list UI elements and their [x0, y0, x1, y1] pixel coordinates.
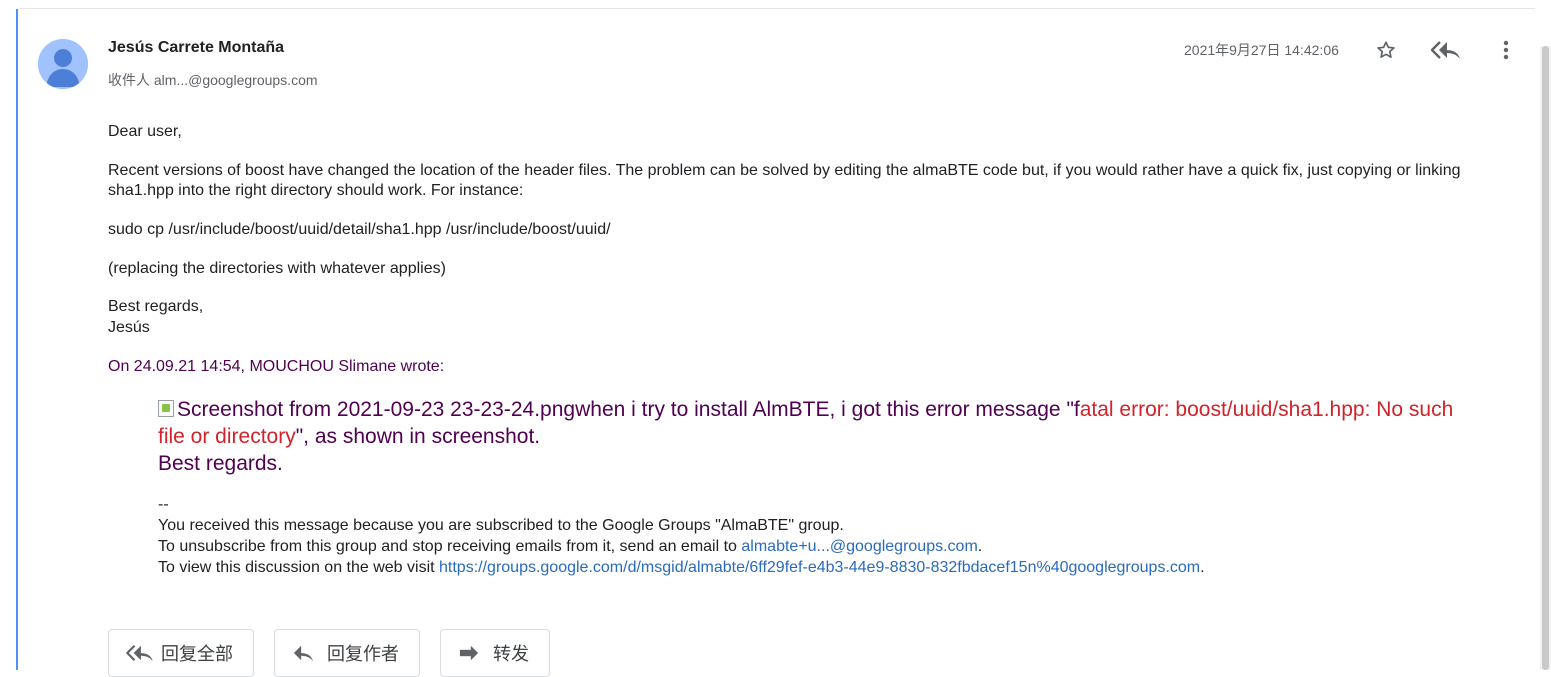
unsubscribe-prefix: To unsubscribe from this group and stop …: [158, 538, 742, 555]
reply-all-icon: [1431, 41, 1460, 59]
group-footer: -- You received this message because you…: [158, 494, 1498, 578]
footer-discussion-line: To view this discussion on the web visit…: [158, 557, 1498, 578]
quoted-text-end: ", as shown in screenshot.: [295, 425, 541, 448]
forward-label: 转发: [493, 644, 529, 664]
broken-image-icon: [158, 400, 174, 417]
message-timestamp: 2021年9月27日 14:42:06: [1184, 42, 1339, 58]
sender-avatar[interactable]: [38, 39, 88, 89]
star-outline-icon: [1377, 41, 1395, 58]
top-divider: [20, 8, 1535, 9]
quoted-message: Screenshot from 2021-09-23 23-23-24.pngw…: [158, 396, 1478, 477]
scrollbar-thumb[interactable]: [1542, 46, 1549, 670]
forward-icon: [459, 645, 479, 661]
greeting: Dear user,: [108, 123, 182, 140]
reply-icon: [293, 645, 313, 662]
quote-attribution: On 24.09.21 14:54, MOUCHOU Slimane wrote…: [108, 358, 445, 375]
replacing-note: (replacing the directories with whatever…: [108, 260, 446, 277]
sender-name[interactable]: Jesús Carrete Montaña: [108, 39, 284, 57]
image-alt-text: Screenshot from 2021-09-23 23-23-24.png: [177, 398, 576, 421]
selected-message-indicator: [16, 9, 18, 670]
quoted-regards: Best regards.: [158, 452, 283, 475]
reply-all-label: 回复全部: [161, 644, 233, 664]
footer-unsubscribe-line: To unsubscribe from this group and stop …: [158, 536, 1498, 557]
command-line: sudo cp /usr/include/boost/uuid/detail/s…: [108, 221, 611, 238]
discussion-link[interactable]: https://groups.google.com/d/msgid/almabt…: [439, 559, 1200, 576]
reply-all-header-button[interactable]: [1429, 36, 1463, 64]
discussion-suffix: .: [1200, 559, 1205, 576]
closing-regards: Best regards,: [108, 298, 204, 315]
star-button[interactable]: [1372, 36, 1400, 64]
more-vert-icon: [1503, 40, 1509, 60]
discussion-prefix: To view this discussion on the web visit: [158, 559, 440, 576]
signature: Jesús: [108, 319, 150, 336]
unsubscribe-link[interactable]: almabte+u...@googlegroups.com: [741, 538, 977, 555]
scrollbar[interactable]: [1540, 46, 1551, 670]
reply-all-icon: [126, 644, 153, 662]
person-avatar-icon: [38, 39, 88, 89]
quoted-text-start: when i try to install AlmBTE, i got this…: [575, 398, 1080, 421]
recipient-line[interactable]: 收件人 alm...@googlegroups.com: [108, 70, 318, 90]
quoted-text: Screenshot from 2021-09-23 23-23-24.pngw…: [158, 396, 1478, 450]
footer-subscription-line: You received this message because you ar…: [158, 517, 844, 534]
footer-separator: --: [158, 496, 169, 513]
more-options-button[interactable]: [1494, 36, 1518, 64]
unsubscribe-suffix: .: [977, 538, 983, 555]
body-paragraph: Recent versions of boost have changed th…: [108, 162, 1461, 199]
reply-label: 回复作者: [327, 644, 399, 664]
